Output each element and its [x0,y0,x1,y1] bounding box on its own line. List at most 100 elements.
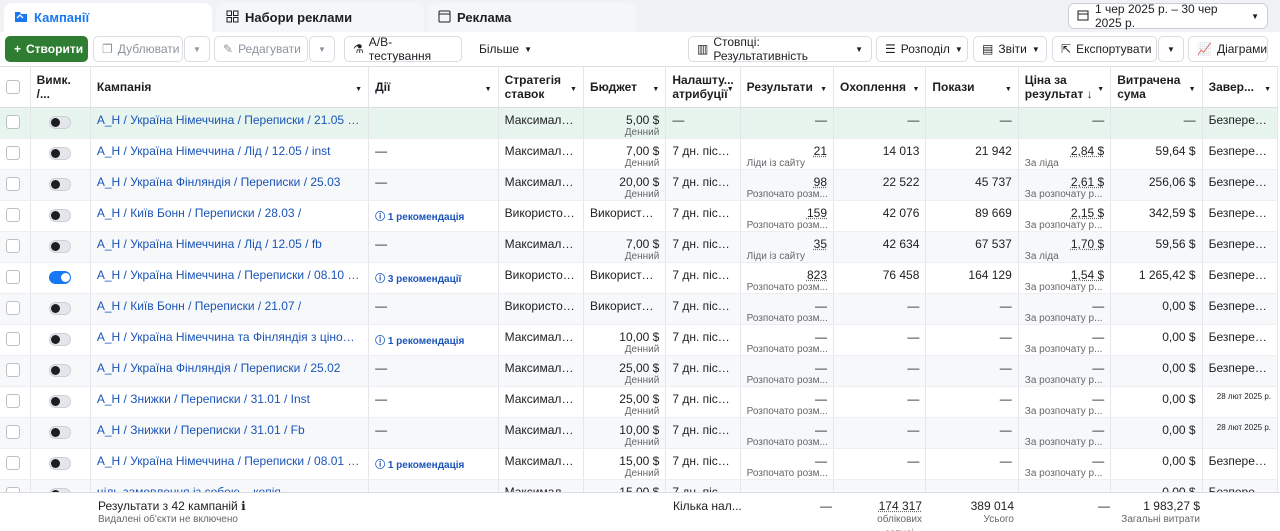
campaign-name-link[interactable]: А_Н / Україна Фінляндія / Переписки / 25… [90,355,370,387]
row-select[interactable] [0,355,31,387]
row-checkbox[interactable] [6,425,20,439]
delivery-toggle[interactable] [49,457,72,470]
row-checkbox[interactable] [6,332,20,346]
row-select[interactable] [0,448,31,480]
table-row[interactable]: А_Н / Україна Німеччина / Переписки / 08… [0,448,1279,480]
row-select[interactable] [0,200,31,232]
table-row[interactable]: А_Н / Україна Німеччина / Переписки / 21… [0,107,1279,139]
row-checkbox[interactable] [6,301,20,315]
row-toggle[interactable] [30,262,91,294]
delivery-toggle[interactable] [49,302,72,315]
row-checkbox[interactable] [6,456,20,470]
delivery-toggle[interactable] [49,271,72,284]
row-checkbox[interactable] [6,146,20,160]
tab-campaigns[interactable]: Кампанії [4,3,212,32]
table-row[interactable]: А_Н / Україна Фінляндія / Переписки / 25… [0,169,1279,201]
export-button[interactable]: ⇱ Експортувати [1052,36,1157,62]
campaign-name-link[interactable]: А_Н / Україна Німеччина / Лід / 12.05 / … [90,231,370,263]
col-ends[interactable]: Завер... ▼ [1202,66,1279,108]
row-checkbox[interactable] [6,239,20,253]
row-toggle[interactable] [30,107,91,139]
row-toggle[interactable] [30,386,91,418]
table-row[interactable]: А_Н / Україна Німеччина та Фінляндія з ц… [0,324,1279,356]
date-range-picker[interactable]: 1 чер 2025 р. – 30 чер 2025 р. ▼ [1068,2,1268,30]
recommendations-link[interactable]: ⓘ 1 рекомендація [368,448,499,480]
row-toggle[interactable] [30,324,91,356]
row-checkbox[interactable] [6,394,20,408]
recommendations-link[interactable]: ⓘ 1 рекомендація [368,324,499,356]
table-row[interactable]: А_Н / Знижки / Переписки / 31.01 / Fb — Ма… [0,417,1279,449]
table-row[interactable]: А_Н / Україна Фінляндія / Переписки / 25… [0,355,1279,387]
delivery-toggle[interactable] [49,333,72,346]
row-checkbox[interactable] [6,177,20,191]
row-select[interactable] [0,324,31,356]
row-toggle[interactable] [30,293,91,325]
delivery-toggle[interactable] [49,209,72,222]
campaign-name-link[interactable]: А_Н / Україна Німеччина / Переписки / 08… [90,448,370,480]
edit-button[interactable]: ✎ Редагувати [214,36,308,62]
campaign-name-link[interactable]: А_Н / Україна Німеччина / Переписки / 08… [90,262,370,294]
table-row[interactable]: А_Н / Знижки / Переписки / 31.01 / Inst —… [0,386,1279,418]
row-checkbox[interactable] [6,115,20,129]
campaign-name-link[interactable]: А_Н / Київ Бонн / Переписки / 21.07 / [90,293,370,325]
delivery-toggle[interactable] [49,395,72,408]
table-row[interactable]: А_Н / Україна Німеччина / Переписки / 08… [0,262,1279,294]
col-impressions[interactable]: Покази ▼ [925,66,1019,108]
col-toggle[interactable]: Вимк. /... [30,66,91,108]
info-icon[interactable]: ℹ [241,499,246,513]
charts-button[interactable]: 📈 Діаграми [1188,36,1268,62]
edit-dropdown[interactable]: ▼ [309,36,335,62]
ab-test-button[interactable]: ⚗ A/B-тестування [344,35,462,63]
delivery-toggle[interactable] [49,147,72,160]
campaign-name-link[interactable]: А_Н / Україна Фінляндія / Переписки / 25… [90,169,370,201]
row-select[interactable] [0,138,31,170]
row-select[interactable] [0,386,31,418]
row-checkbox[interactable] [6,270,20,284]
row-toggle[interactable] [30,200,91,232]
delivery-toggle[interactable] [49,116,72,129]
row-select[interactable] [0,293,31,325]
delivery-toggle[interactable] [49,178,72,191]
campaign-name-link[interactable]: А_Н / Україна Німеччина та Фінляндія з ц… [90,324,370,356]
row-toggle[interactable] [30,417,91,449]
col-campaign[interactable]: Кампанія ▼ [90,66,370,108]
more-button[interactable]: Більше ▼ [470,36,534,62]
col-amount-spent[interactable]: Витрачена сума ▼ [1110,66,1203,108]
col-cost-per-result[interactable]: Ціна за результат ↓ ▼ [1018,66,1112,108]
duplicate-dropdown[interactable]: ▼ [184,36,210,62]
create-button[interactable]: + Створити [5,36,88,62]
row-toggle[interactable] [30,138,91,170]
row-toggle[interactable] [30,169,91,201]
campaign-name-link[interactable]: А_Н / Київ Бонн / Переписки / 28.03 / [90,200,370,232]
recommendations-link[interactable]: ⓘ 1 рекомендація [368,200,499,232]
row-select[interactable] [0,169,31,201]
row-select[interactable] [0,231,31,263]
row-select[interactable] [0,107,31,139]
row-toggle[interactable] [30,448,91,480]
row-checkbox[interactable] [6,363,20,377]
delivery-toggle[interactable] [49,426,72,439]
col-results[interactable]: Результати ▼ [740,66,835,108]
col-actions[interactable]: Дії ▼ [368,66,499,108]
delivery-toggle[interactable] [49,240,72,253]
campaign-name-link[interactable]: А_Н / Знижки / Переписки / 31.01 / Fb [90,417,370,449]
table-row[interactable]: А_Н / Київ Бонн / Переписки / 28.03 /ⓘ 1… [0,200,1279,232]
col-bid-strategy[interactable]: Стратегія ставок ▼ [498,66,584,108]
columns-button[interactable]: ▥ Стовпці: Результативність ▼ [688,35,872,63]
col-budget[interactable]: Бюджет ▼ [583,66,667,108]
row-toggle[interactable] [30,355,91,387]
table-row[interactable]: А_Н / Україна Німеччина / Лід / 12.05 / … [0,231,1279,263]
table-row[interactable]: А_Н / Україна Німеччина / Лід / 12.05 / … [0,138,1279,170]
campaign-name-link[interactable]: А_Н / Україна Німеччина / Лід / 12.05 / … [90,138,370,170]
breakdown-button[interactable]: ☰ Розподіл ▼ [876,36,968,62]
select-all-checkbox[interactable] [6,79,20,94]
row-select[interactable] [0,417,31,449]
reports-button[interactable]: ▤ Звіти ▼ [973,36,1047,62]
row-toggle[interactable] [30,231,91,263]
row-select[interactable] [0,262,31,294]
col-attribution[interactable]: Налашту... атрибуції ▼ [665,66,741,108]
tab-ads[interactable]: Реклама [428,3,636,32]
col-reach[interactable]: Охоплення ▼ [833,66,927,108]
campaign-name-link[interactable]: А_Н / Україна Німеччина / Переписки / 21… [90,107,370,139]
select-all-header[interactable] [0,66,31,108]
